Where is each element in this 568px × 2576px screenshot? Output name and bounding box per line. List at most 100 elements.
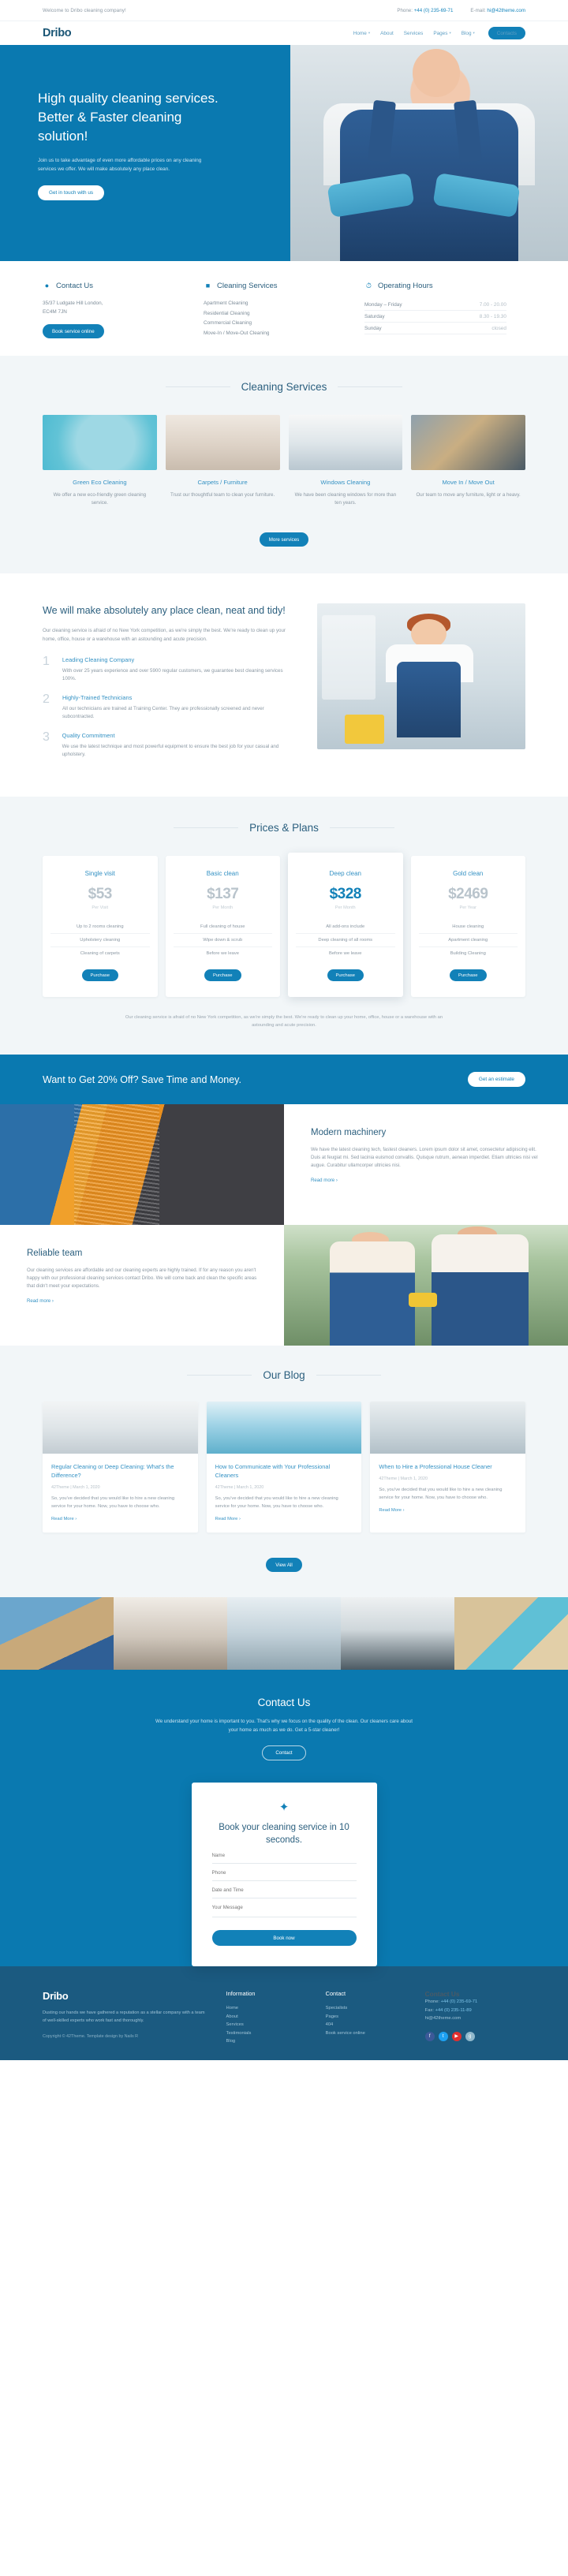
- service-card[interactable]: Move In / Move Out Our team to move any …: [411, 415, 525, 507]
- blog-read-more-link[interactable]: Read More ›: [215, 1517, 241, 1521]
- book-service-online-button[interactable]: Book service online: [43, 324, 104, 338]
- service-card[interactable]: Green Eco Cleaning We offer a new eco-fr…: [43, 415, 157, 507]
- gallery-image-kitchen[interactable]: [341, 1597, 454, 1670]
- purchase-button[interactable]: Purchase: [327, 969, 364, 981]
- twitter-icon[interactable]: t: [438, 2031, 448, 2041]
- footer-fax-value: +44 (0) 235-11-89: [435, 2007, 472, 2013]
- list-item[interactable]: Apartment Cleaning: [204, 299, 346, 309]
- list-item[interactable]: Testimonials: [226, 2029, 326, 2038]
- contact-text: We understand your home is important to …: [155, 1719, 413, 1733]
- list-item: 3 Quality Commitment We use the latest t…: [43, 731, 297, 759]
- blog-read-more-link[interactable]: Read More ›: [51, 1517, 77, 1521]
- nav-item-home[interactable]: Home ▾: [353, 31, 370, 36]
- footer-email[interactable]: hi@42theme.com: [425, 2014, 525, 2023]
- list-item[interactable]: About: [226, 2013, 326, 2022]
- purchase-button[interactable]: Purchase: [81, 969, 118, 981]
- phone-field[interactable]: [211, 1864, 357, 1881]
- contact-button[interactable]: Contact: [262, 1745, 306, 1760]
- purchase-button[interactable]: Purchase: [204, 969, 241, 981]
- footer-contact-column: Contact Specialists Pages 404 Book servi…: [326, 1990, 425, 2046]
- hero-cta-button[interactable]: Get in touch with us: [38, 185, 105, 200]
- service-title[interactable]: Move In / Move Out: [411, 479, 525, 486]
- service-card[interactable]: Windows Cleaning We have been cleaning w…: [288, 415, 403, 507]
- googleplus-icon[interactable]: g: [465, 2031, 475, 2041]
- hero-section: High quality cleaning services. Better &…: [0, 45, 568, 261]
- more-services-button[interactable]: More services: [259, 532, 309, 547]
- date-time-field[interactable]: [211, 1881, 357, 1898]
- blog-post-title[interactable]: Regular Cleaning or Deep Cleaning: What'…: [51, 1462, 189, 1480]
- contacts-button[interactable]: Contacts: [488, 27, 525, 39]
- cleaning-icon: ■: [205, 282, 211, 289]
- blog-post-card[interactable]: When to Hire a Professional House Cleane…: [370, 1402, 526, 1533]
- price-card-basic-clean: Basic clean $137 Per Month Full cleaning…: [165, 856, 280, 997]
- divider: [329, 827, 394, 828]
- step-title: Highly-Trained Technicians: [62, 694, 133, 701]
- pricing-grid: Single visit $53 Per Visit Up to 2 rooms…: [43, 853, 525, 997]
- team-read-more-link[interactable]: Read more ›: [27, 1298, 54, 1304]
- book-now-button[interactable]: Book now: [211, 1930, 357, 1946]
- info-address: 35/37 Ludgate Hill London, EC4M 7JN: [43, 301, 103, 315]
- list-item: Before we leave: [206, 951, 240, 956]
- list-item[interactable]: Residential Cleaning: [204, 309, 346, 319]
- booking-form-heading: Book your cleaning service in 10 seconds…: [219, 1823, 349, 1845]
- blog-post-card[interactable]: Regular Cleaning or Deep Cleaning: What'…: [43, 1402, 198, 1533]
- team-content: Reliable team Our cleaning services are …: [0, 1225, 284, 1346]
- list-item[interactable]: Pages: [326, 2013, 425, 2022]
- footer-phone-value[interactable]: +44 (0) 235-69-71: [441, 1999, 478, 2004]
- site-logo[interactable]: Dribo: [43, 27, 72, 39]
- purchase-button[interactable]: Purchase: [450, 969, 487, 981]
- plan-price: $328: [329, 886, 362, 902]
- nav-item-about[interactable]: About: [380, 31, 394, 36]
- gallery-image-window[interactable]: [227, 1597, 341, 1670]
- phone-value[interactable]: +44 (0) 235-69-71: [414, 8, 454, 13]
- plan-name: Basic clean: [206, 870, 239, 877]
- info-cleaning-services: ■ Cleaning Services Apartment Cleaning R…: [204, 282, 364, 338]
- machinery-text: We have the latest cleaning tech, fastes…: [311, 1147, 538, 1168]
- footer-contacts-column: Contact Us Phone: +44 (0) 235-69-71 Fax:…: [424, 1990, 525, 2046]
- service-card[interactable]: Carpets / Furniture Trust our thoughtful…: [165, 415, 280, 507]
- list-item[interactable]: Specialists: [326, 2004, 425, 2013]
- photo-gallery: [0, 1597, 568, 1670]
- message-field[interactable]: [211, 1898, 357, 1917]
- list-item[interactable]: Home: [226, 2004, 326, 2013]
- service-image-carpets: [165, 415, 280, 470]
- list-item[interactable]: Book service online: [326, 2029, 425, 2038]
- youtube-icon[interactable]: ▶: [451, 2031, 462, 2041]
- service-title[interactable]: Carpets / Furniture: [166, 479, 280, 486]
- plan-price: $53: [88, 886, 113, 902]
- info-operating-hours: ⏱ Operating Hours Monday – Friday 7.00 -…: [364, 282, 525, 338]
- service-title[interactable]: Windows Cleaning: [289, 479, 403, 486]
- get-estimate-button[interactable]: Get an estimate: [467, 1072, 525, 1087]
- blog-read-more-link[interactable]: Read More ›: [379, 1508, 404, 1513]
- nav-label: Home: [353, 30, 367, 36]
- blog-post-excerpt: So, you've decided that you would like t…: [215, 1496, 338, 1509]
- name-field[interactable]: [211, 1846, 357, 1864]
- page-title: Cleaning Services: [241, 381, 327, 393]
- machinery-read-more-link[interactable]: Read more ›: [311, 1178, 338, 1183]
- footer-about-text: Dusting our hands we have gathered a rep…: [43, 2010, 205, 2023]
- blog-post-title[interactable]: When to Hire a Professional House Cleane…: [379, 1462, 517, 1471]
- list-item[interactable]: Blog: [226, 2037, 326, 2046]
- nav-item-blog[interactable]: Blog ▾: [462, 31, 475, 36]
- facebook-icon[interactable]: f: [424, 2031, 435, 2041]
- nav-item-services[interactable]: Services: [404, 31, 424, 36]
- main-navigation: Dribo Home ▾ About Services Pages ▾ Blog ▾ …: [0, 21, 568, 45]
- nav-item-pages[interactable]: Pages ▾: [433, 31, 450, 36]
- email-label: E-mail:: [470, 7, 486, 13]
- about-image-background: [321, 614, 376, 700]
- about-image-cleaner: [317, 603, 525, 749]
- gallery-image-curtains[interactable]: [114, 1597, 227, 1670]
- blog-post-title[interactable]: How to Communicate with Your Professiona…: [215, 1462, 353, 1480]
- hours-day: Sunday: [364, 325, 382, 331]
- service-title[interactable]: Green Eco Cleaning: [43, 479, 157, 486]
- view-all-button[interactable]: View All: [266, 1558, 302, 1572]
- list-item[interactable]: 404: [326, 2021, 425, 2029]
- email-value[interactable]: hi@42theme.com: [487, 8, 525, 13]
- footer-logo[interactable]: Dribo: [43, 1990, 206, 2002]
- blog-post-card[interactable]: How to Communicate with Your Professiona…: [206, 1402, 362, 1533]
- gallery-image-vacuum[interactable]: [454, 1597, 568, 1670]
- list-item[interactable]: Move-In / Move-Out Cleaning: [204, 329, 346, 339]
- list-item[interactable]: Services: [226, 2021, 326, 2029]
- list-item[interactable]: Commercial Cleaning: [204, 319, 346, 329]
- gallery-image-mover[interactable]: [0, 1597, 114, 1670]
